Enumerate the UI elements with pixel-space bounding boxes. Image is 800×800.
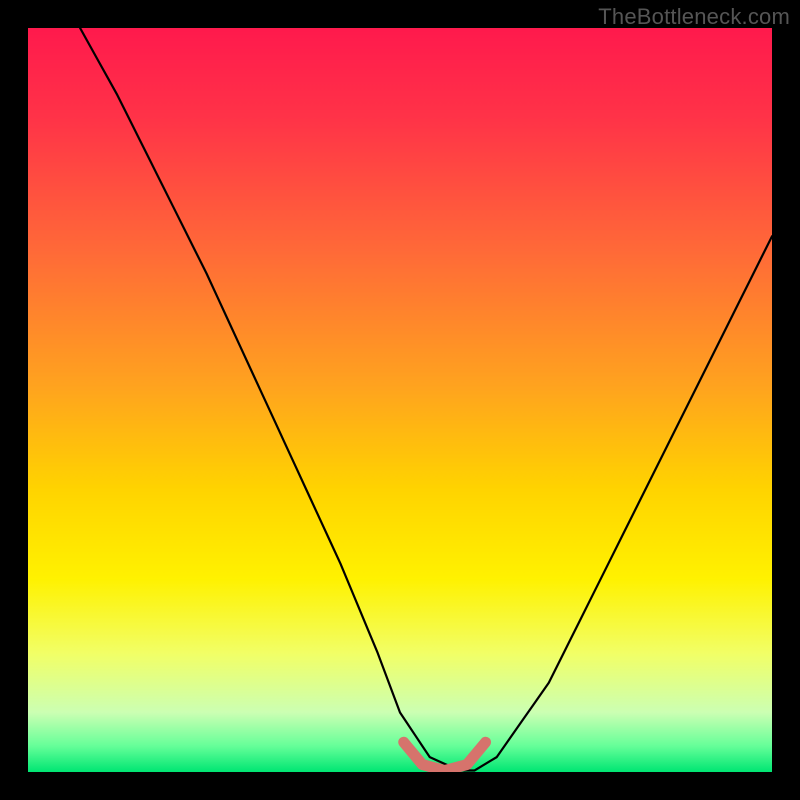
gradient-background [28,28,772,772]
watermark-text: TheBottleneck.com [598,4,790,30]
